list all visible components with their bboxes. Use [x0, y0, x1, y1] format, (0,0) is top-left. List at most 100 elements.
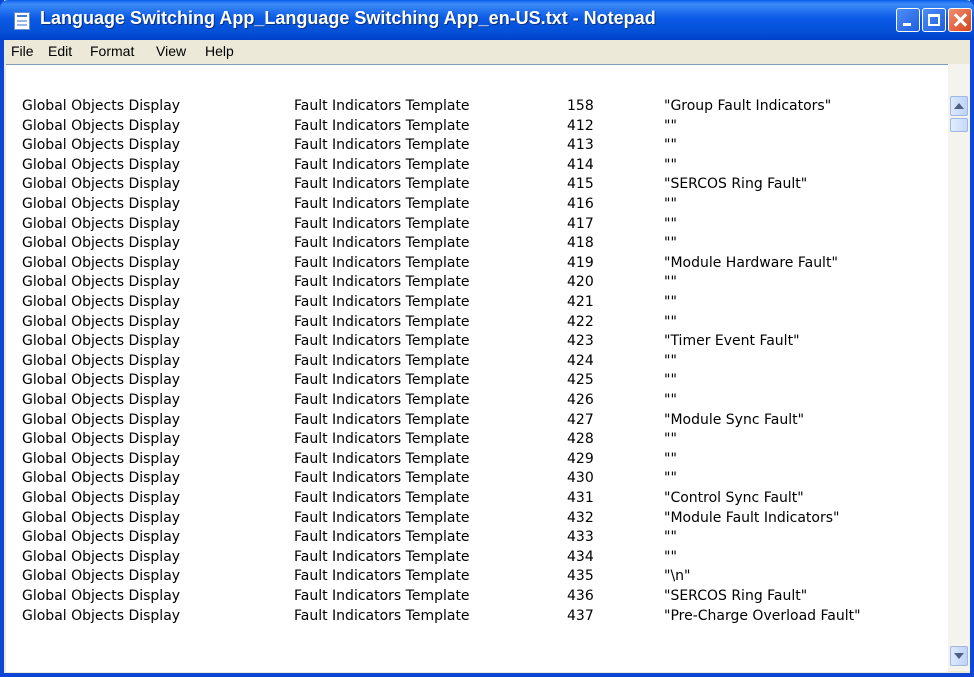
- id-cell: 415: [567, 176, 594, 193]
- arrow-down-icon: [954, 653, 964, 659]
- template-name-cell: Fault Indicators Template: [294, 411, 470, 428]
- display-name-cell: Global Objects Display: [22, 470, 181, 487]
- id-cell: 428: [567, 431, 594, 448]
- template-name-cell: Fault Indicators Template: [294, 98, 470, 114]
- display-name-cell: Global Objects Display: [22, 352, 181, 369]
- menu-format[interactable]: Format: [90, 43, 134, 59]
- display-name-cell: Global Objects Display: [22, 196, 181, 212]
- display-name-cell: Global Objects Display: [22, 176, 181, 193]
- display-name-cell: Global Objects Display: [22, 235, 181, 252]
- display-name-cell: Global Objects Display: [22, 490, 181, 506]
- id-cell: 435: [567, 568, 594, 585]
- display-name-cell: Global Objects Display: [22, 98, 181, 114]
- template-name-cell: Fault Indicators Template: [294, 235, 470, 252]
- id-cell: 413: [567, 137, 594, 154]
- id-cell: 424: [567, 352, 594, 369]
- string-value-cell: "SERCOS Ring Fault": [664, 588, 808, 604]
- template-name-cell: Fault Indicators Template: [294, 450, 470, 467]
- id-cell: 420: [567, 274, 594, 291]
- string-value-cell: "\n": [664, 568, 691, 585]
- display-name-cell: Global Objects Display: [22, 529, 181, 546]
- id-cell: 418: [567, 235, 594, 252]
- template-name-cell: Fault Indicators Template: [294, 176, 470, 193]
- template-name-cell: Fault Indicators Template: [294, 313, 470, 330]
- string-value-cell: "Group Fault Indicators": [664, 98, 832, 114]
- display-name-cell: Global Objects Display: [22, 333, 181, 350]
- display-name-cell: Global Objects Display: [22, 548, 181, 565]
- close-button[interactable]: [948, 8, 972, 32]
- string-value-cell: "Module Hardware Fault": [664, 254, 838, 271]
- string-value-cell: "": [664, 548, 677, 565]
- id-cell: 414: [567, 156, 594, 173]
- string-value-cell: "": [664, 215, 677, 232]
- scroll-down-button[interactable]: [950, 646, 968, 666]
- display-name-cell: Global Objects Display: [22, 607, 181, 624]
- template-name-cell: Fault Indicators Template: [294, 333, 470, 350]
- maximize-button[interactable]: [922, 8, 946, 32]
- string-value-cell: "": [664, 352, 677, 369]
- string-value-cell: "": [664, 137, 677, 154]
- display-name-cell: Global Objects Display: [22, 274, 181, 291]
- string-value-cell: "SERCOS Ring Fault": [664, 176, 808, 193]
- template-name-cell: Fault Indicators Template: [294, 588, 470, 604]
- template-name-cell: Fault Indicators Template: [294, 196, 470, 212]
- id-cell: 434: [567, 548, 594, 565]
- string-value-cell: "": [664, 392, 677, 408]
- display-name-cell: Global Objects Display: [22, 372, 181, 389]
- string-value-cell: "": [664, 156, 677, 173]
- id-cell: 430: [567, 470, 594, 487]
- string-value-cell: "": [664, 294, 677, 310]
- template-name-cell: Fault Indicators Template: [294, 392, 470, 408]
- id-cell: 437: [567, 607, 594, 624]
- window-title: Language Switching App_Language Switchin…: [40, 8, 656, 28]
- template-name-cell: Fault Indicators Template: [294, 548, 470, 565]
- menu-help[interactable]: Help: [205, 43, 234, 59]
- string-value-cell: "": [664, 274, 677, 291]
- template-name-cell: Fault Indicators Template: [294, 117, 470, 134]
- string-value-cell: "": [664, 450, 677, 467]
- template-name-cell: Fault Indicators Template: [294, 137, 470, 154]
- string-value-cell: "": [664, 117, 677, 134]
- string-value-cell: "": [664, 313, 677, 330]
- id-cell: 417: [567, 215, 594, 232]
- template-name-cell: Fault Indicators Template: [294, 490, 470, 506]
- vertical-scrollbar[interactable]: [948, 64, 970, 671]
- scroll-up-button[interactable]: [950, 96, 968, 116]
- string-value-cell: "": [664, 196, 677, 212]
- display-name-cell: Global Objects Display: [22, 156, 181, 173]
- notepad-window: Language Switching App_Language Switchin…: [0, 0, 974, 677]
- template-name-cell: Fault Indicators Template: [294, 372, 470, 389]
- minimize-button[interactable]: [896, 8, 920, 32]
- string-value-cell: "Control Sync Fault": [664, 490, 804, 506]
- string-value-cell: "": [664, 235, 677, 252]
- display-name-cell: Global Objects Display: [22, 509, 181, 526]
- string-value-cell: "Module Sync Fault": [664, 411, 805, 428]
- display-name-cell: Global Objects Display: [22, 411, 181, 428]
- id-cell: 432: [567, 509, 594, 526]
- display-name-cell: Global Objects Display: [22, 588, 181, 604]
- string-value-cell: "": [664, 529, 677, 546]
- title-bar[interactable]: Language Switching App_Language Switchin…: [0, 0, 974, 40]
- menu-file[interactable]: File: [11, 43, 34, 59]
- string-value-cell: "": [664, 431, 677, 448]
- string-value-cell: "": [664, 372, 677, 389]
- display-name-cell: Global Objects Display: [22, 568, 181, 585]
- scroll-thumb[interactable]: [950, 118, 968, 132]
- id-cell: 426: [567, 392, 594, 408]
- arrow-up-icon: [954, 103, 964, 109]
- display-name-cell: Global Objects Display: [22, 254, 181, 271]
- id-cell: 158: [567, 98, 594, 114]
- string-value-cell: "Module Fault Indicators": [664, 509, 840, 526]
- id-cell: 412: [567, 117, 594, 134]
- menu-bar: File Edit Format View Help: [4, 40, 970, 62]
- display-name-cell: Global Objects Display: [22, 117, 181, 134]
- template-name-cell: Fault Indicators Template: [294, 568, 470, 585]
- menu-view[interactable]: View: [156, 43, 186, 59]
- template-name-cell: Fault Indicators Template: [294, 254, 470, 271]
- menu-edit[interactable]: Edit: [48, 43, 72, 59]
- string-value-cell: "": [664, 470, 677, 487]
- template-name-cell: Fault Indicators Template: [294, 470, 470, 487]
- notepad-icon[interactable]: [14, 12, 30, 30]
- text-editor-area[interactable]: Global Objects Display Fault Indicators T…: [6, 64, 948, 672]
- display-name-cell: Global Objects Display: [22, 215, 181, 232]
